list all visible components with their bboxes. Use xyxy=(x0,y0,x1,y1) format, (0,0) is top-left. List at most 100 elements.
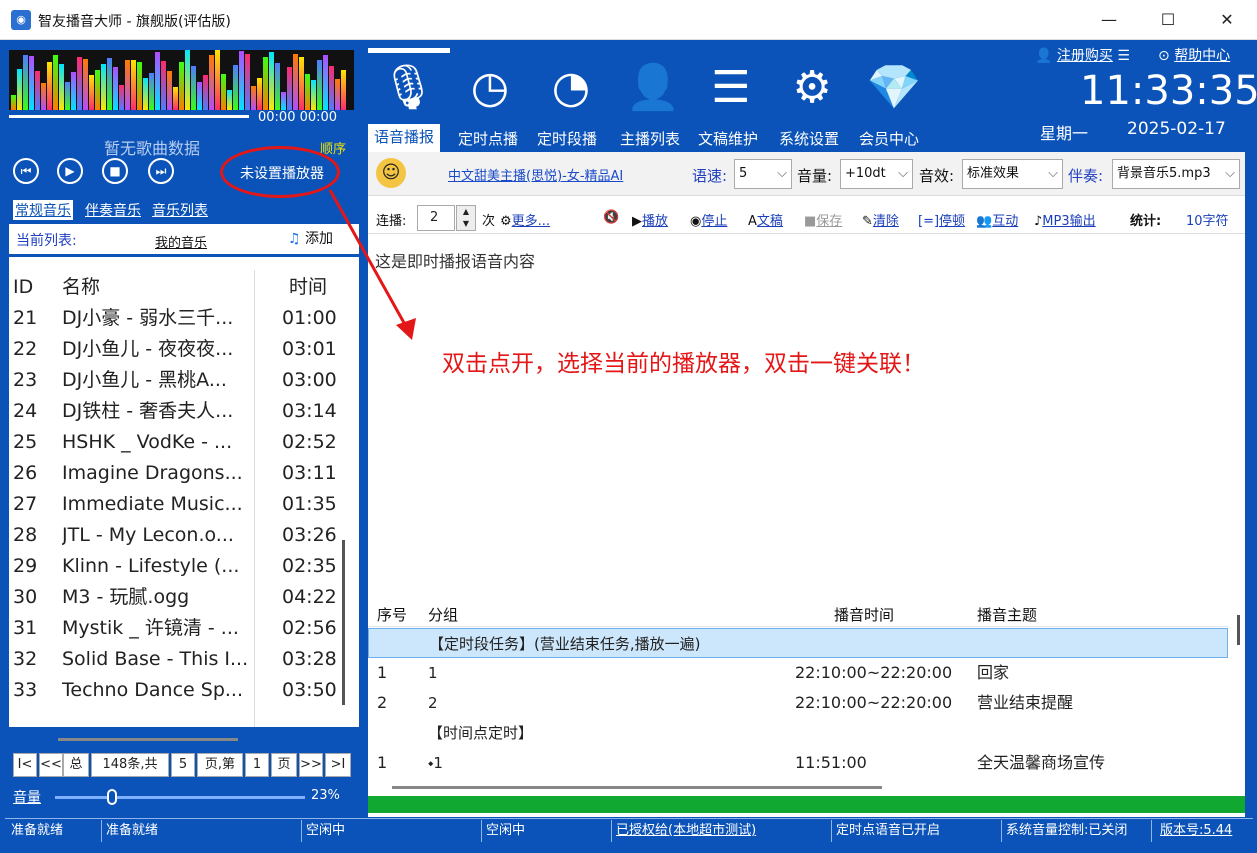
schedule-vscroll[interactable] xyxy=(1237,615,1240,645)
song-hscroll[interactable] xyxy=(58,738,238,741)
prev-page-button[interactable]: << xyxy=(39,753,63,777)
doc-button[interactable]: A文稿 xyxy=(748,210,783,229)
bgm-select[interactable]: 背景音乐5.mp3 ⌵ xyxy=(1112,159,1240,189)
volume-slider[interactable] xyxy=(55,796,305,799)
repeat-spinner[interactable]: ▲ ▼ xyxy=(456,205,476,231)
tab-music-list[interactable]: 音乐列表 xyxy=(152,200,208,220)
tab-regular-music[interactable]: 常规音乐 xyxy=(13,200,73,220)
status-timed-voice: 定时点语音已开启 xyxy=(832,820,1002,842)
diamond-icon[interactable]: 💎 xyxy=(866,60,922,116)
spectrum-bar xyxy=(287,67,292,110)
current-page-input[interactable]: 1 xyxy=(245,753,269,777)
save-button[interactable]: ■保存 xyxy=(804,210,842,229)
song-row[interactable]: 25 HSHK _ VodKe - ... 02:52 xyxy=(9,427,349,458)
status-idle-2: 空闲中 xyxy=(482,820,612,842)
sched-no: 1 xyxy=(377,663,388,682)
close-button[interactable]: ✕ xyxy=(1207,6,1247,34)
seek-bar[interactable] xyxy=(9,115,249,118)
spectrum-bar xyxy=(263,57,268,110)
song-time: 03:26 xyxy=(282,524,337,546)
song-row[interactable]: 21 DJ小豪 - 弱水三千... 01:00 xyxy=(9,303,349,334)
sched-no: 1 xyxy=(377,753,388,772)
clock2-icon[interactable]: ◔ xyxy=(543,60,599,116)
song-row[interactable]: 33 Techno Dance Sp... 03:50 xyxy=(9,675,349,706)
song-row[interactable]: 23 DJ小鱼儿 - 黑桃A... 03:00 xyxy=(9,365,349,396)
sched-group: 【时间点定时】 xyxy=(428,724,534,742)
anchor-select[interactable]: 中文甜美主播(思悦)-女-精品AI xyxy=(448,165,623,184)
song-row[interactable]: 30 M3 - 玩腻.ogg 04:22 xyxy=(9,582,349,613)
tab-settings[interactable]: 系统设置 xyxy=(779,128,839,149)
stop-button[interactable]: ◉停止 xyxy=(690,210,727,229)
spectrum-bar xyxy=(167,70,172,110)
register-link[interactable]: 👤 注册购买 ☰ xyxy=(1035,45,1130,65)
song-row[interactable]: 32 Solid Base - This I... 03:28 xyxy=(9,644,349,675)
song-row[interactable]: 31 Mystik _ 许镜清 - ... 02:56 xyxy=(9,613,349,644)
pause-button[interactable]: [=]停顿 xyxy=(918,210,965,229)
license-label: 已授权给(本地超市测试) xyxy=(616,823,757,838)
schedule-row[interactable]: 【时间点定时】 xyxy=(368,718,1228,748)
spectrum-bar xyxy=(185,50,190,110)
document-icon[interactable]: ☰ xyxy=(703,60,759,116)
tab-member[interactable]: 会员中心 xyxy=(859,128,919,149)
effect-select[interactable]: 标准效果 ⌵ xyxy=(962,159,1063,189)
tab-timed-point[interactable]: 定时点播 xyxy=(458,128,518,149)
annotation-text: 双击点开，选择当前的播放器，双击一键关联！ xyxy=(442,351,925,377)
next-icon[interactable]: ⏭ xyxy=(148,158,174,184)
person-icon: 👤 xyxy=(1035,48,1053,64)
more-label: 更多... xyxy=(511,214,551,229)
song-table-header: ID 名称 时间 xyxy=(9,272,349,303)
spectrum-bar xyxy=(41,82,46,110)
song-row[interactable]: 24 DJ铁柱 - 奢香夫人... 03:14 xyxy=(9,396,349,427)
song-row[interactable]: 26 Imagine Dragons... 03:11 xyxy=(9,458,349,489)
volume-select[interactable]: +10dt ⌵ xyxy=(840,159,913,189)
stop-icon[interactable]: ■ xyxy=(102,158,128,184)
play-icon[interactable]: ▶ xyxy=(57,158,83,184)
interact-button[interactable]: 👥互动 xyxy=(976,210,1018,229)
help-link[interactable]: ⊙ 帮助中心 xyxy=(1158,45,1230,65)
schedule-row[interactable]: 2 2 22:10:00~22:20:00 营业结束提醒 xyxy=(368,688,1228,718)
clear-button[interactable]: ✎清除 xyxy=(862,210,899,229)
next-page-button[interactable]: >> xyxy=(299,753,323,777)
schedule-row[interactable]: 1 1 22:10:00~22:20:00 回家 xyxy=(368,658,1228,688)
last-page-button[interactable]: >I xyxy=(325,753,351,777)
tab-voice-broadcast[interactable]: 语音播报 xyxy=(368,124,441,153)
song-row[interactable]: 27 Immediate Music... 01:35 xyxy=(9,489,349,520)
first-page-button[interactable]: I< xyxy=(13,753,37,777)
volume-knob[interactable] xyxy=(106,789,117,805)
current-list-name[interactable]: 我的音乐 xyxy=(155,232,207,251)
minimize-button[interactable]: — xyxy=(1089,6,1129,34)
prev-icon[interactable]: ⏮ xyxy=(13,158,39,184)
mp3-button[interactable]: ♪MP3输出 xyxy=(1034,210,1096,229)
status-version[interactable]: 版本号:5.44 xyxy=(1156,820,1248,842)
tab-accompaniment[interactable]: 伴奏音乐 xyxy=(85,200,141,220)
clock-icon[interactable]: ◷ xyxy=(462,60,518,116)
song-vscroll[interactable] xyxy=(342,540,345,705)
help-arrow-icon: ⊙ xyxy=(1158,48,1170,64)
user-icon[interactable]: 👤 xyxy=(625,60,681,116)
tab-timed-segment[interactable]: 定时段播 xyxy=(537,128,597,149)
play-button[interactable]: ▶播放 xyxy=(632,210,668,229)
spectrum-bar xyxy=(323,55,328,110)
song-table: ID 名称 时间 21 DJ小豪 - 弱水三千... 01:00 22 DJ小鱼儿 - … xyxy=(9,257,359,727)
tab-anchor-list[interactable]: 主播列表 xyxy=(620,128,680,149)
tab-document[interactable]: 文稿维护 xyxy=(698,128,758,149)
gear-icon[interactable]: ⚙ xyxy=(784,60,840,116)
mute-icon[interactable]: 🔇 xyxy=(603,210,619,225)
clock-display: 11:33:35 xyxy=(1080,68,1257,114)
microphone-icon[interactable]: 🎙 xyxy=(380,60,436,116)
song-row[interactable]: 22 DJ小鱼儿 - 夜夜夜... 03:01 xyxy=(9,334,349,365)
speed-select[interactable]: 5 ⌵ xyxy=(734,159,792,189)
song-time: 01:35 xyxy=(282,493,337,515)
schedule-row[interactable]: 1 ⬩1 11:51:00 全天温馨商场宣传 xyxy=(368,748,1228,778)
more-button[interactable]: ⚙更多... xyxy=(500,210,550,229)
schedule-row[interactable]: 【定时段任务】(营业结束任务,播放一遍) xyxy=(368,628,1228,658)
spectrum-bar xyxy=(89,74,94,110)
schedule-hscroll[interactable] xyxy=(392,786,882,789)
spectrum-bar xyxy=(113,67,118,110)
song-row[interactable]: 28 JTL - My Lecon.o... 03:26 xyxy=(9,520,349,551)
song-row[interactable]: 29 Klinn - Lifestyle (... 02:35 xyxy=(9,551,349,582)
pause-label: 停顿 xyxy=(939,214,966,229)
maximize-button[interactable]: ☐ xyxy=(1148,6,1188,34)
status-license[interactable]: 已授权给(本地超市测试) xyxy=(612,820,832,842)
spectrum-bar xyxy=(161,60,166,110)
